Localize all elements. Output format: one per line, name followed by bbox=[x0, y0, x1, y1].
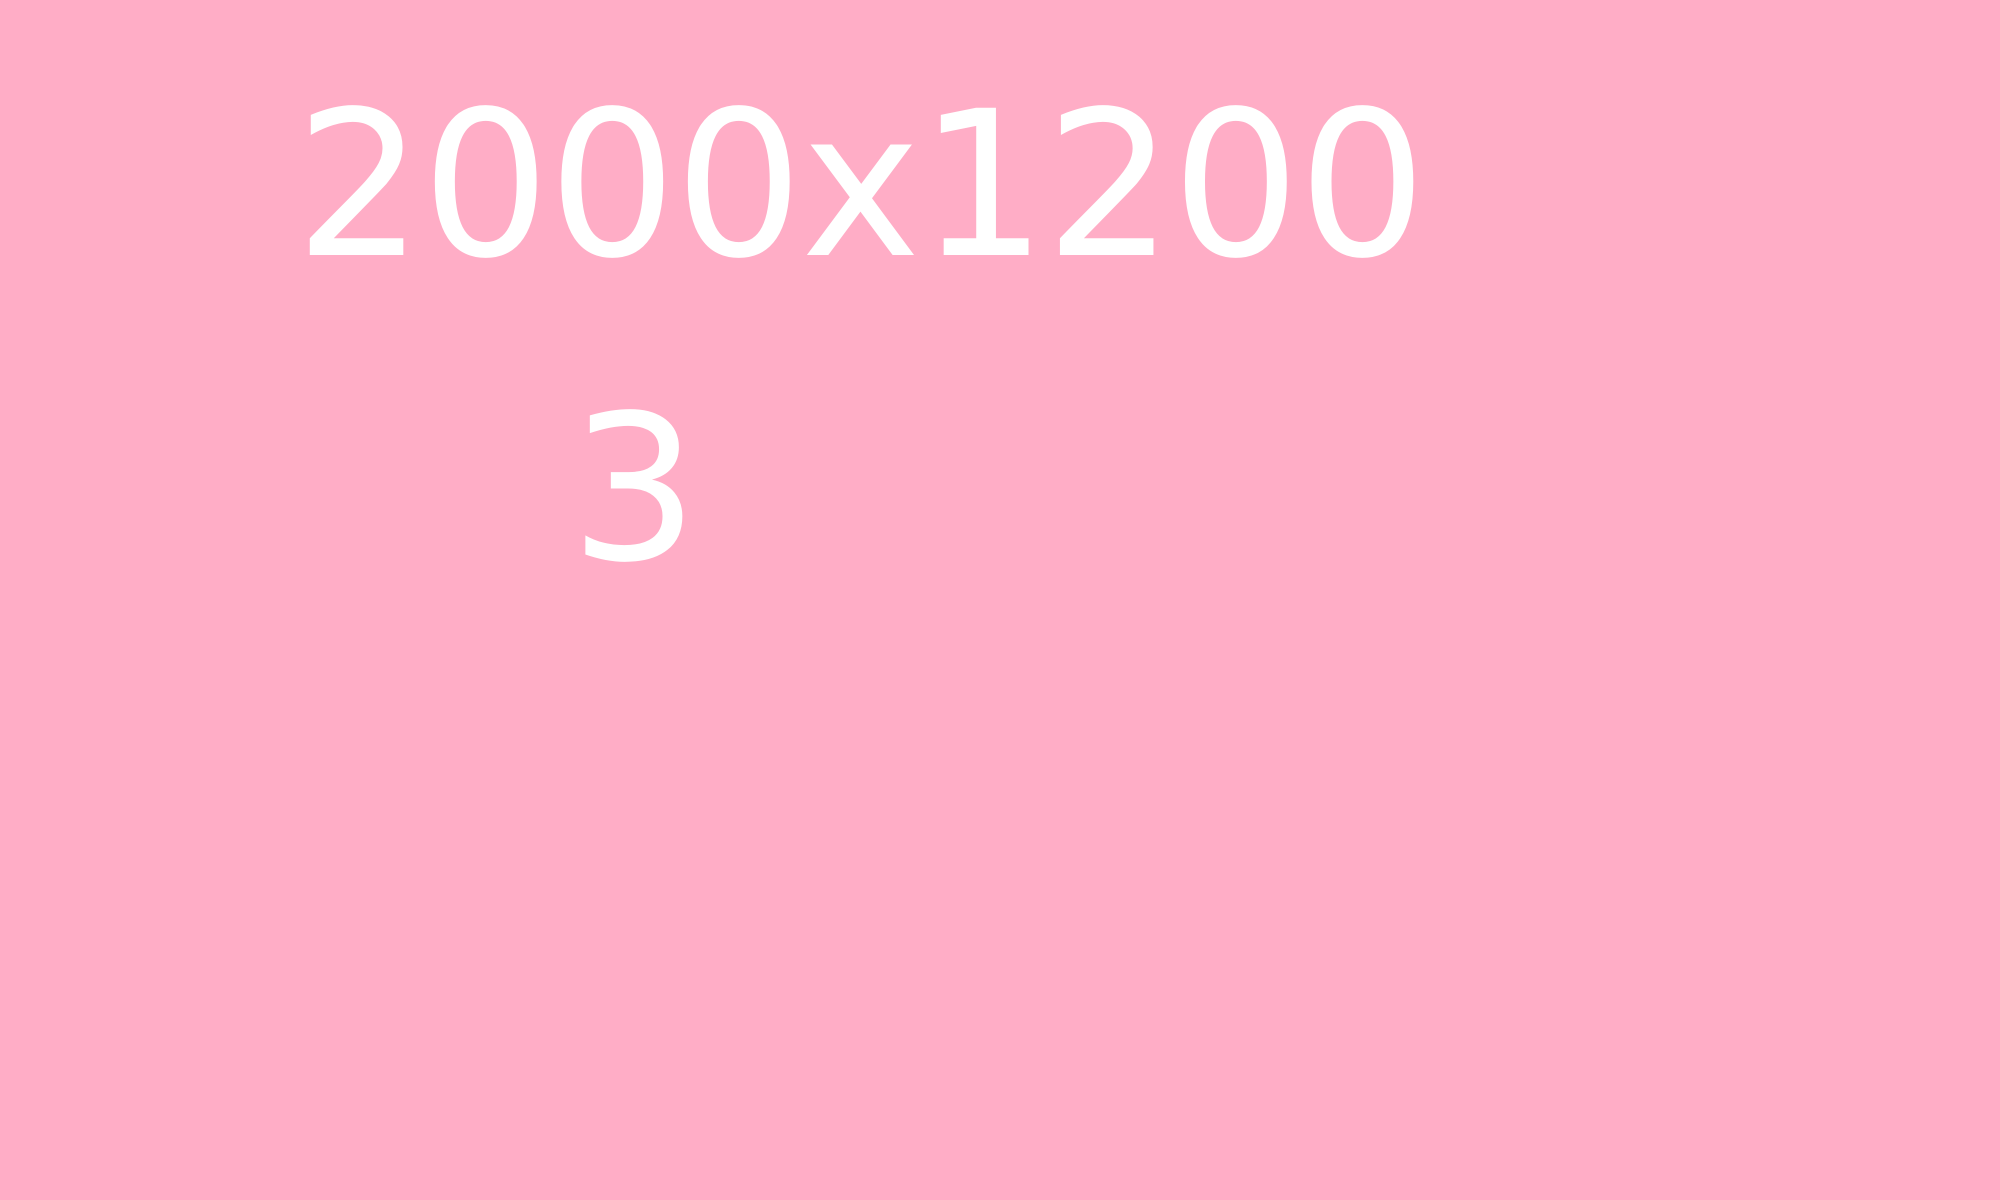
dimensions-label: 2000x1200 bbox=[295, 67, 1427, 303]
placeholder-canvas: 2000x1200 3 bbox=[0, 0, 2000, 1200]
number-label: 3 bbox=[570, 371, 699, 607]
